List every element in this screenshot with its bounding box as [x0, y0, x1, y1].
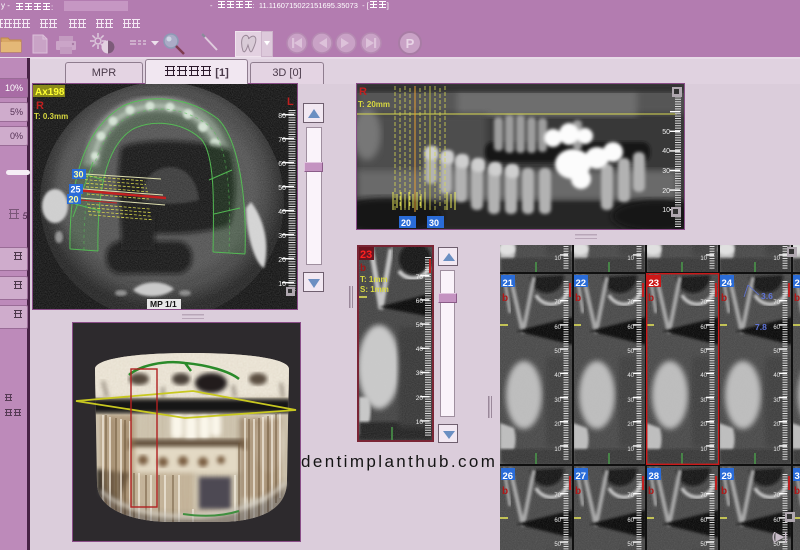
svg-text:R: R: [36, 100, 44, 112]
svg-text:b: b: [648, 293, 654, 304]
svg-text:40: 40: [278, 209, 286, 216]
svg-text:R: R: [359, 86, 367, 98]
svg-text:3: 3: [795, 471, 800, 482]
svg-text:22: 22: [576, 278, 587, 289]
svg-text:40: 40: [416, 346, 424, 353]
svg-text:(▶|: (▶|: [772, 531, 787, 543]
svg-text:T: 0.3mm: T: 0.3mm: [34, 112, 68, 121]
svg-text:20: 20: [662, 188, 670, 195]
svg-text:20: 20: [278, 257, 286, 264]
svg-text:T: 1mm: T: 1mm: [360, 275, 388, 284]
svg-text:23: 23: [360, 249, 372, 261]
svg-text:30: 30: [278, 233, 286, 240]
svg-text:70: 70: [278, 137, 286, 144]
svg-text:b: b: [721, 486, 727, 497]
svg-text:30: 30: [429, 218, 439, 228]
svg-text:T: 20mm: T: 20mm: [358, 100, 390, 109]
svg-text:27: 27: [576, 471, 587, 482]
svg-text:20: 20: [401, 218, 411, 228]
svg-text:b: b: [502, 293, 508, 304]
svg-text:L: L: [287, 96, 294, 108]
svg-text:b: b: [794, 293, 800, 304]
svg-text:7.8: 7.8: [755, 322, 767, 332]
svg-text:40: 40: [662, 148, 670, 155]
svg-text:28: 28: [649, 471, 660, 482]
svg-text:21: 21: [503, 278, 514, 289]
svg-text:2: 2: [795, 278, 800, 289]
svg-text:MP 1/1: MP 1/1: [150, 299, 177, 309]
svg-text:29: 29: [722, 471, 733, 482]
svg-text:50: 50: [416, 322, 424, 329]
svg-text:10: 10: [662, 207, 670, 214]
svg-text:b: b: [360, 263, 366, 274]
svg-text:26: 26: [503, 471, 514, 482]
svg-text:P: P: [406, 36, 415, 51]
svg-text:60: 60: [416, 298, 424, 305]
svg-text:10: 10: [416, 419, 424, 426]
svg-text:50: 50: [278, 185, 286, 192]
svg-text:S: 1mm: S: 1mm: [360, 285, 389, 294]
svg-text:10: 10: [278, 281, 286, 288]
svg-text:b: b: [648, 486, 654, 497]
svg-text:b: b: [575, 293, 581, 304]
svg-text:b: b: [794, 486, 800, 497]
svg-text:20: 20: [69, 195, 79, 205]
svg-text:3.6: 3.6: [761, 291, 773, 301]
svg-text:25: 25: [71, 185, 81, 195]
svg-text:b: b: [575, 486, 581, 497]
svg-text:50: 50: [662, 129, 670, 136]
svg-text:70: 70: [416, 274, 424, 281]
svg-text:30: 30: [662, 168, 670, 175]
svg-text:24: 24: [722, 278, 733, 289]
svg-text:b: b: [721, 293, 727, 304]
svg-text:30: 30: [416, 370, 424, 377]
svg-text:30: 30: [74, 170, 84, 180]
svg-text:60: 60: [278, 161, 286, 168]
svg-text:80: 80: [278, 113, 286, 120]
svg-text:Ax198: Ax198: [35, 87, 65, 98]
svg-text:20: 20: [416, 395, 424, 402]
svg-text:b: b: [502, 486, 508, 497]
svg-text:23: 23: [649, 278, 660, 289]
